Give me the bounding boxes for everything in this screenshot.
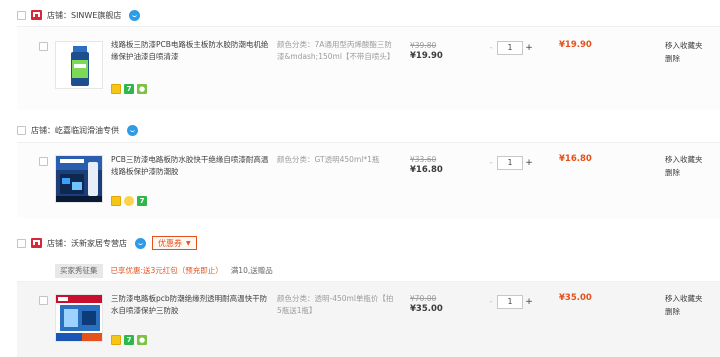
product-title-link[interactable]: 线路板三防漆PCB电路板主板防水胶防潮电机绝缘保护油漆自喷清漆 (111, 39, 273, 63)
qty-input[interactable]: 1 (497, 156, 523, 170)
shop-header-woxin: 店铺：沃新家居专营店 优惠券 ▼ (17, 236, 197, 250)
tmall-icon (31, 10, 42, 20)
product-image[interactable] (55, 155, 103, 203)
original-price: ¥70.00 (410, 294, 437, 303)
qty-decrease-button[interactable]: - (485, 295, 497, 309)
sku-attribute[interactable]: 颜色分类：7A通用型丙烯酸酯三防漆&mdash;150ml【不带自喷头】 (277, 39, 397, 63)
credit-card-icon (111, 196, 121, 206)
cart-item: 线路板三防漆PCB电路板主板防水胶防潮电机绝缘保护油漆自喷清漆 7 ● 颜色分类… (17, 26, 720, 110)
shop-checkbox[interactable] (17, 238, 26, 248)
quantity-stepper: - 1 + (485, 41, 535, 55)
item-checkbox[interactable] (39, 42, 48, 51)
service-badges: 7 ● (111, 84, 147, 94)
item-subtotal: ¥35.00 (559, 293, 592, 303)
service-badges: 7 (111, 196, 147, 206)
seven-day-return-icon: 7 (137, 196, 147, 206)
qty-input[interactable]: 1 (497, 41, 523, 55)
cart-item: 三防漆电路板pcb防潮绝缘剂透明耐高温快干防水自喷漆保护三防胶 7 ● 颜色分类… (17, 281, 720, 357)
seven-day-return-icon: 7 (124, 84, 134, 94)
shop-header-yijialin: 店铺：屹嘉临润滑油专供 (17, 123, 138, 137)
quantity-stepper: - 1 + (485, 295, 535, 309)
shop-checkbox[interactable] (17, 10, 26, 20)
wangwang-chat-icon[interactable] (135, 237, 146, 249)
insurance-icon: ● (137, 335, 147, 345)
qty-increase-button[interactable]: + (523, 41, 535, 55)
insurance-icon: ● (137, 84, 147, 94)
credit-card-icon (111, 84, 121, 94)
cart-item: PCB三防漆电路板防水胶快干绝缘自喷漆耐高温线路板保护漆防潮胶 7 颜色分类：G… (17, 142, 720, 218)
seven-day-return-icon: 7 (124, 335, 134, 345)
item-subtotal: ¥19.90 (559, 40, 592, 50)
tmall-icon (31, 238, 42, 248)
promo-gift-text: 满10,送赠品 (230, 266, 273, 275)
shop-name-link[interactable]: 店铺：沃新家居专营店 (47, 238, 127, 249)
qty-decrease-button[interactable]: - (485, 41, 497, 55)
original-price: ¥39.80 (410, 41, 437, 50)
coupon-dropdown[interactable]: 优惠券 ▼ (152, 236, 197, 250)
item-subtotal: ¥16.80 (559, 154, 592, 164)
promo-row: 买家秀征集 已享优惠:送3元红包（预充即止） 满10,送赠品 (17, 262, 720, 279)
move-to-favorites-link[interactable]: 移入收藏夹 (665, 153, 703, 166)
bulb-icon (124, 196, 134, 206)
delete-link[interactable]: 删除 (665, 166, 703, 179)
product-image[interactable] (55, 294, 103, 342)
credit-card-icon (111, 335, 121, 345)
sku-attribute[interactable]: 颜色分类：透明-450ml单瓶价【拍5瓶送1瓶】 (277, 293, 397, 317)
qty-decrease-button[interactable]: - (485, 156, 497, 170)
item-checkbox[interactable] (39, 157, 48, 166)
wangwang-chat-icon[interactable] (129, 9, 141, 21)
promo-enjoyed-text: 已享优惠:送3元红包（预充即止） (110, 266, 223, 275)
move-to-favorites-link[interactable]: 移入收藏夹 (665, 39, 703, 52)
service-badges: 7 ● (111, 335, 147, 345)
shop-name-link[interactable]: 店铺：屹嘉临润滑油专供 (31, 125, 119, 136)
product-image[interactable] (55, 41, 103, 89)
delete-link[interactable]: 删除 (665, 52, 703, 65)
qty-input[interactable]: 1 (497, 295, 523, 309)
item-operations: 移入收藏夹 删除 (665, 153, 703, 179)
shop-header-sinwe: 店铺：SINWE旗舰店 (17, 8, 141, 22)
delete-link[interactable]: 删除 (665, 305, 703, 318)
product-title-link[interactable]: 三防漆电路板pcb防潮绝缘剂透明耐高温快干防水自喷漆保护三防胶 (111, 293, 273, 317)
item-checkbox[interactable] (39, 296, 48, 305)
quantity-stepper: - 1 + (485, 156, 535, 170)
move-to-favorites-link[interactable]: 移入收藏夹 (665, 292, 703, 305)
product-title-link[interactable]: PCB三防漆电路板防水胶快干绝缘自喷漆耐高温线路板保护漆防潮胶 (111, 154, 273, 178)
coupon-label: 优惠券 (158, 238, 182, 248)
buyer-show-button[interactable]: 买家秀征集 (55, 263, 103, 278)
original-price: ¥33.60 (410, 155, 437, 164)
sku-attribute[interactable]: 颜色分类：GT透明450ml*1瓶 (277, 154, 397, 166)
wangwang-chat-icon[interactable] (127, 124, 138, 136)
shop-name-link[interactable]: 店铺：SINWE旗舰店 (47, 10, 121, 21)
item-operations: 移入收藏夹 删除 (665, 292, 703, 318)
unit-price: ¥16.80 (410, 165, 443, 175)
chevron-down-icon: ▼ (186, 239, 191, 247)
qty-increase-button[interactable]: + (523, 156, 535, 170)
unit-price: ¥19.90 (410, 51, 443, 61)
shop-checkbox[interactable] (17, 125, 26, 135)
unit-price: ¥35.00 (410, 304, 443, 314)
item-operations: 移入收藏夹 删除 (665, 39, 703, 65)
qty-increase-button[interactable]: + (523, 295, 535, 309)
